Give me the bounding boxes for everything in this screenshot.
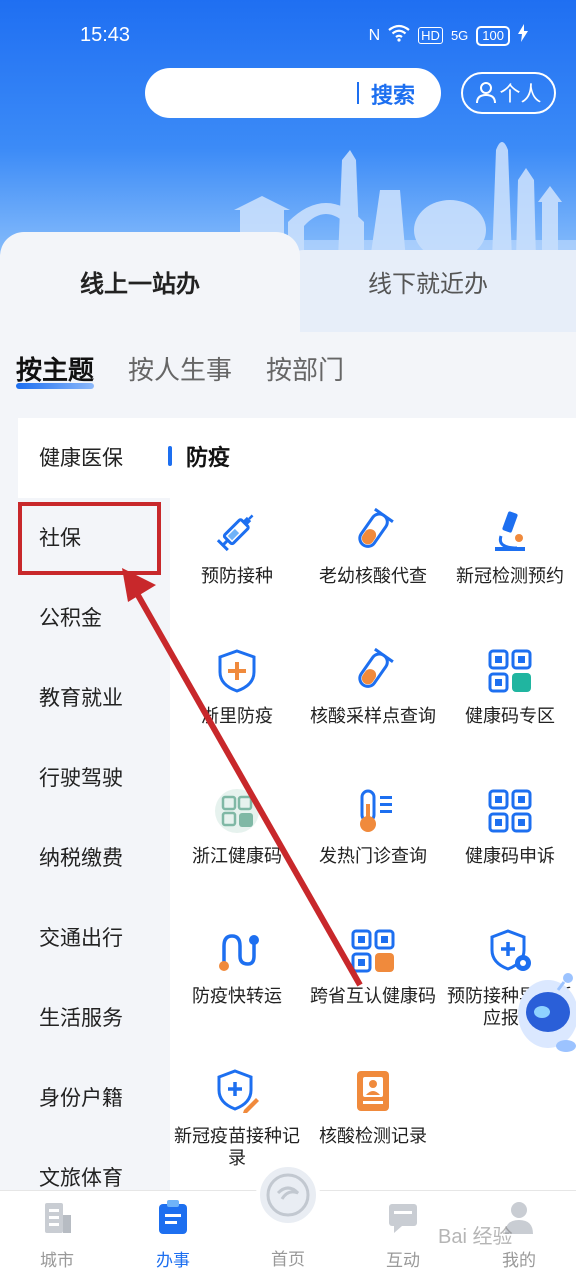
service-health-code-zone[interactable]: 健康码专区 xyxy=(440,648,576,728)
report-icon xyxy=(357,1071,389,1111)
subtab-by-life-event[interactable]: 按人生事 xyxy=(128,350,232,387)
qr-code-icon xyxy=(351,929,395,973)
qr-code-icon xyxy=(488,649,532,693)
sub-tab-bar: 按主题 按人生事 按部门 xyxy=(16,350,344,389)
subtab-by-department[interactable]: 按部门 xyxy=(266,350,344,387)
status-icons: N HD 5G 100 xyxy=(369,24,528,47)
sidebar-item-tax[interactable]: 纳税缴费 xyxy=(18,818,170,898)
chat-icon xyxy=(389,1204,417,1233)
test-tube-icon xyxy=(358,647,394,688)
watermark: Bai 经验 xyxy=(438,1226,513,1248)
building-icon xyxy=(45,1203,71,1233)
nav-city-label: 城市 xyxy=(40,1251,74,1271)
syringe-icon xyxy=(216,514,254,552)
highlight-box xyxy=(18,502,161,575)
service-covid-vaccine-record[interactable]: 新冠疫苗接种记录 xyxy=(167,1068,307,1170)
tab-offline[interactable]: 线下就近办 xyxy=(280,250,576,332)
sidebar-item-driving[interactable]: 行驶驾驶 xyxy=(18,738,170,818)
qr-code-icon xyxy=(215,789,259,833)
microscope-icon xyxy=(495,511,525,551)
service-fever-clinic[interactable]: 发热门诊查询 xyxy=(303,788,443,868)
assistant-robot-icon[interactable] xyxy=(508,968,576,1054)
charging-icon xyxy=(518,24,528,47)
nav-home[interactable]: 首页 xyxy=(248,1245,328,1270)
home-logo-icon[interactable] xyxy=(256,1163,320,1227)
main-tab-bar: 线下就近办 线上一站办 xyxy=(0,232,576,332)
clipboard-icon xyxy=(159,1200,187,1234)
service-cross-province-code[interactable]: 跨省互认健康码 xyxy=(303,928,443,1008)
service-label: 核酸检测记录 xyxy=(319,1126,427,1147)
service-label: 发热门诊查询 xyxy=(319,846,427,867)
user-icon xyxy=(475,82,496,104)
thermometer-icon xyxy=(360,789,392,832)
service-label: 防疫快转运 xyxy=(192,986,282,1007)
service-vaccination[interactable]: 预防接种 xyxy=(167,508,307,588)
service-nucleic-test-record[interactable]: 核酸检测记录 xyxy=(303,1068,443,1148)
nav-services[interactable]: 办事 xyxy=(133,1199,213,1271)
service-label: 新冠检测预约 xyxy=(456,566,564,587)
nav-city[interactable]: 城市 xyxy=(17,1199,97,1271)
status-bar: 15:43 N HD 5G 100 xyxy=(0,0,576,72)
sidebar-item-housing-fund[interactable]: 公积金 xyxy=(18,578,170,658)
service-label: 浙江健康码 xyxy=(192,846,282,867)
shield-pen-icon xyxy=(217,1069,259,1113)
tab-online[interactable]: 线上一站办 xyxy=(0,232,300,332)
sidebar-item-education[interactable]: 教育就业 xyxy=(18,658,170,738)
service-label: 老幼核酸代查 xyxy=(319,566,427,587)
search-divider xyxy=(357,82,359,104)
wifi-icon xyxy=(388,24,410,47)
nav-home-label: 首页 xyxy=(271,1250,305,1270)
section-heading: 防疫 xyxy=(168,440,230,472)
personal-label: 个人 xyxy=(499,82,542,106)
nav-mine-label: 我的 xyxy=(502,1251,536,1271)
sidebar-item-life-services[interactable]: 生活服务 xyxy=(18,978,170,1058)
service-label: 核酸采样点查询 xyxy=(310,706,436,727)
service-label: 跨省互认健康码 xyxy=(310,986,436,1007)
section-bar xyxy=(168,446,172,466)
service-zheli-epidemic[interactable]: 浙里防疫 xyxy=(167,648,307,728)
service-label: 预防接种 xyxy=(201,566,273,587)
service-health-code-appeal[interactable]: 健康码申诉 xyxy=(440,788,576,868)
service-elderly-child-test[interactable]: 老幼核酸代查 xyxy=(303,507,443,588)
sidebar-item-health[interactable]: 健康医保 xyxy=(18,418,170,498)
nav-services-label: 办事 xyxy=(156,1251,190,1271)
subtab-by-theme[interactable]: 按主题 xyxy=(16,350,95,389)
test-tube-icon xyxy=(358,507,394,548)
service-zhejiang-health-code[interactable]: 浙江健康码 xyxy=(167,788,307,868)
nav-interaction-label: 互动 xyxy=(386,1251,420,1271)
shield-plus-icon xyxy=(218,649,256,693)
search-input[interactable]: 搜索 xyxy=(145,68,441,118)
personal-button[interactable]: 个人 xyxy=(461,72,556,114)
service-covid-test-booking[interactable]: 新冠检测预约 xyxy=(440,508,576,588)
battery-icon: 100 xyxy=(476,25,510,46)
signal-icon: 5G xyxy=(450,28,469,43)
qr-code-icon xyxy=(488,789,532,833)
tab-offline-label: 线下就近办 xyxy=(368,270,488,298)
sidebar-item-identity[interactable]: 身份户籍 xyxy=(18,1058,170,1138)
service-label: 浙里防疫 xyxy=(201,706,273,727)
tab-online-label: 线上一站办 xyxy=(80,270,200,298)
service-epidemic-transfer[interactable]: 防疫快转运 xyxy=(167,928,307,1008)
search-button[interactable]: 搜索 xyxy=(371,78,415,110)
service-label: 健康码专区 xyxy=(465,706,555,727)
hd-icon: HD xyxy=(418,27,443,44)
section-title: 防疫 xyxy=(186,446,231,471)
nav-interaction[interactable]: 互动 xyxy=(363,1199,443,1271)
service-label: 健康码申诉 xyxy=(465,846,555,867)
service-sampling-site[interactable]: 核酸采样点查询 xyxy=(303,647,443,728)
status-time: 15:43 xyxy=(80,24,131,46)
route-icon xyxy=(219,934,259,971)
nfc-icon: N xyxy=(368,26,381,44)
sidebar-item-transport[interactable]: 交通出行 xyxy=(18,898,170,978)
